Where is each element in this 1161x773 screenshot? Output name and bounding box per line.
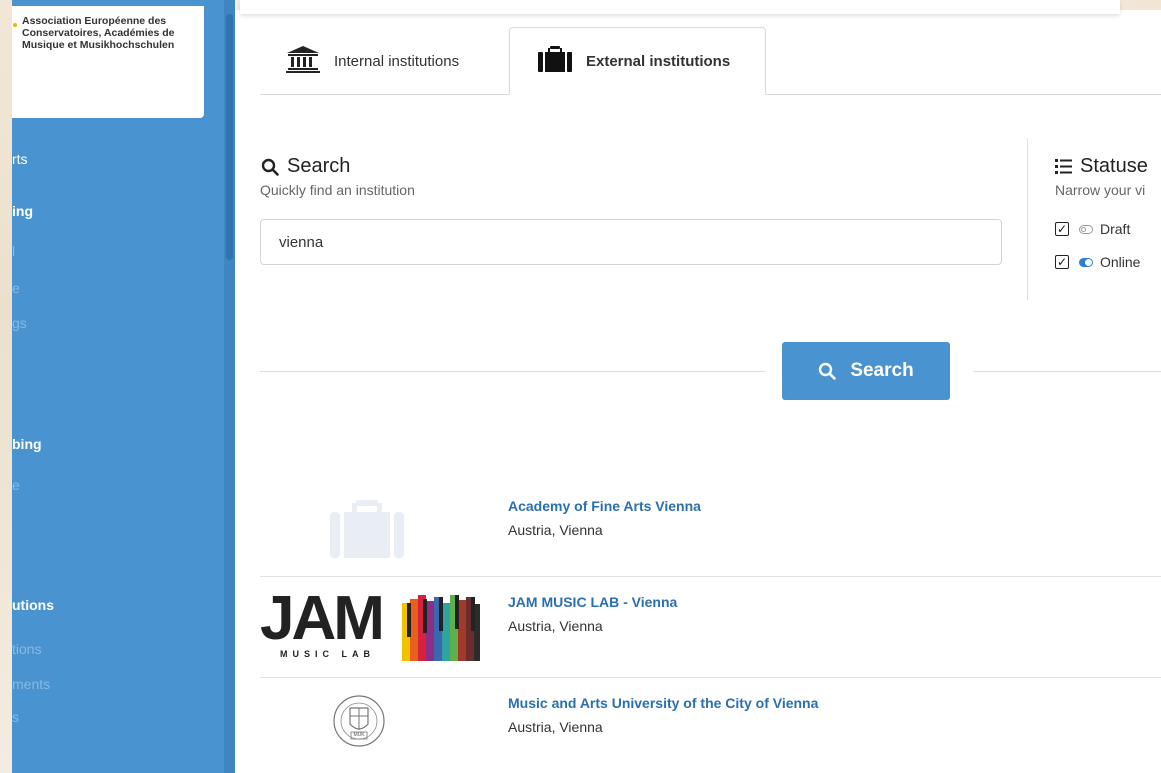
top-bar xyxy=(240,0,1120,14)
logo-wordmark: JAM xyxy=(260,584,385,653)
list-icon xyxy=(1055,159,1072,174)
tab-internal-institutions[interactable]: Internal institutions xyxy=(260,27,508,95)
tab-label: Internal institutions xyxy=(334,52,460,70)
logo-text: Association Européenne des Conservatoire… xyxy=(22,15,202,51)
result-name-link[interactable]: Academy of Fine Arts Vienna xyxy=(508,498,701,514)
sidebar-section-ing[interactable]: ing xyxy=(12,203,33,219)
search-icon xyxy=(818,362,837,380)
result-location: Austria, Vienna xyxy=(508,719,603,735)
logo-mark-icon xyxy=(13,23,17,27)
online-checkbox[interactable]: ✓ xyxy=(1055,255,1069,269)
status-option-draft[interactable]: ✓ Draft xyxy=(1055,221,1130,237)
result-row[interactable]: JAM MUSIC LAB JAM MUSIC LAB - Vienna Aus… xyxy=(260,577,1161,677)
search-icon xyxy=(261,158,279,176)
search-title: Search xyxy=(287,155,351,177)
sidebar-item-sub[interactable]: l xyxy=(12,243,15,259)
muk-seal-logo: MUK xyxy=(332,694,386,748)
sidebar-section-institutions[interactable]: utions xyxy=(12,597,54,613)
statuses-heading: Statuse xyxy=(1055,155,1148,178)
sidebar-item-institutions[interactable]: tions xyxy=(12,641,42,657)
sidebar-item-agreements[interactable]: ments xyxy=(12,676,50,692)
search-heading: Search xyxy=(261,155,350,178)
sidebar-scrollbar-thumb[interactable] xyxy=(226,14,233,260)
search-button-label: Search xyxy=(850,360,914,381)
result-name-link[interactable]: Music and Arts University of the City of… xyxy=(508,695,818,711)
search-subtitle: Quickly find an institution xyxy=(260,182,415,198)
sidebar-item-sub[interactable]: s xyxy=(12,709,19,725)
tab-external-institutions[interactable]: External institutions xyxy=(509,27,766,95)
logo-text: MUK xyxy=(353,732,365,738)
jam-music-lab-logo: JAM MUSIC LAB xyxy=(260,584,482,663)
toggle-off-icon xyxy=(1079,224,1093,234)
search-button[interactable]: Search xyxy=(782,342,950,400)
background-edge xyxy=(0,0,12,773)
statuses-subtitle: Narrow your vi xyxy=(1055,182,1146,198)
status-label: Draft xyxy=(1100,221,1131,237)
divider-line xyxy=(973,371,1161,372)
tab-label: External institutions xyxy=(586,52,731,70)
institution-icon xyxy=(286,45,320,78)
sidebar-item-reports[interactable]: rts xyxy=(12,151,28,167)
logo-subtext: MUSIC LAB xyxy=(280,649,375,659)
draft-checkbox[interactable]: ✓ xyxy=(1055,222,1069,236)
logo-line: Conservatoires, Académies de xyxy=(22,27,175,39)
status-option-online[interactable]: ✓ Online xyxy=(1055,254,1140,270)
briefcase-placeholder-icon xyxy=(330,500,404,563)
result-location: Austria, Vienna xyxy=(508,522,603,538)
sidebar-item-settings[interactable]: gs xyxy=(12,315,27,331)
sidebar-item-sub[interactable]: e xyxy=(12,280,20,296)
search-input[interactable] xyxy=(260,219,1002,265)
panel-divider xyxy=(1027,138,1028,300)
sidebar-item-sub[interactable]: e xyxy=(12,477,20,493)
result-location: Austria, Vienna xyxy=(508,618,603,634)
toggle-on-icon xyxy=(1079,257,1093,267)
sidebar-section-bing[interactable]: bing xyxy=(12,436,42,452)
logo-line: Musique et Musikhochschulen xyxy=(22,39,175,51)
status-label: Online xyxy=(1100,254,1141,270)
result-row[interactable]: Academy of Fine Arts Vienna Austria, Vie… xyxy=(260,478,1161,576)
briefcase-icon xyxy=(538,45,572,77)
logo-line: Association Européenne des xyxy=(22,15,167,27)
divider-line xyxy=(260,371,765,372)
result-row[interactable]: MUK Music and Arts University of the Cit… xyxy=(260,678,1161,773)
statuses-title: Statuse xyxy=(1080,155,1148,177)
result-name-link[interactable]: JAM MUSIC LAB - Vienna xyxy=(508,594,677,610)
